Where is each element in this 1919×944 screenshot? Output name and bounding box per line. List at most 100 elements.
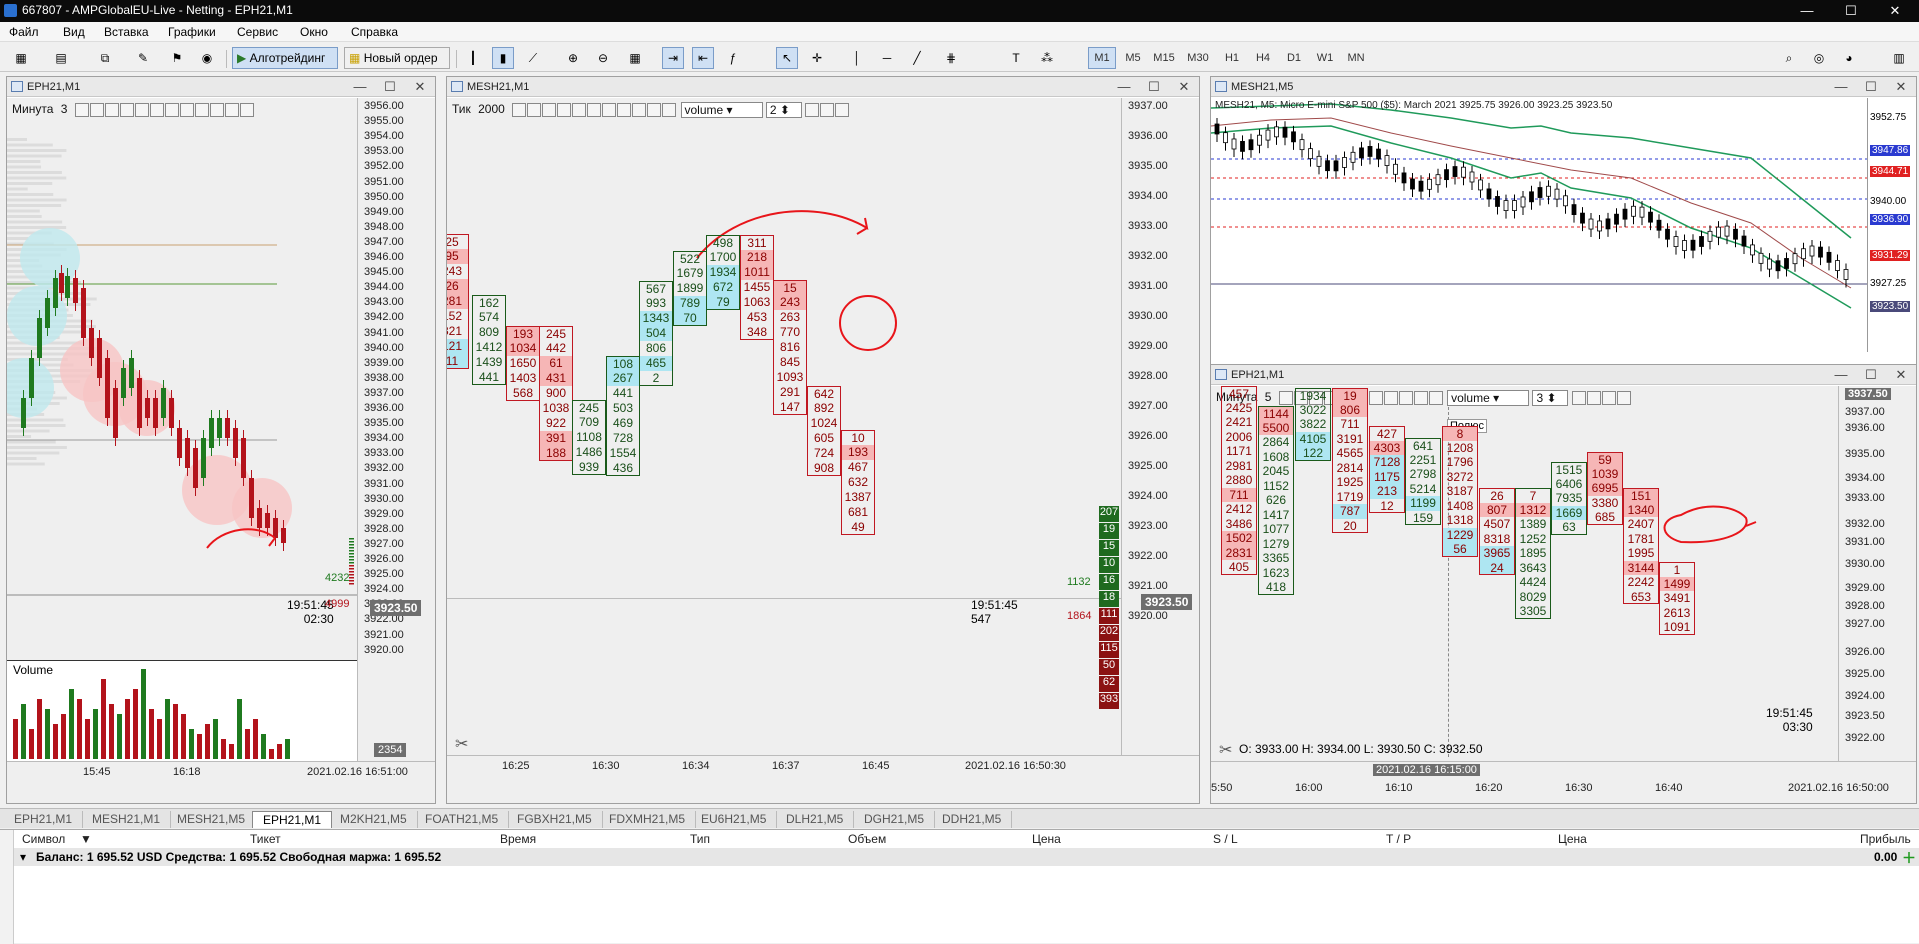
bar-chart-icon[interactable]: ┃	[462, 47, 484, 69]
shapes-icon[interactable]: ⁂	[1036, 47, 1058, 69]
chart-tab[interactable]: M2KH21,M5	[330, 811, 418, 828]
timeframe-d1[interactable]: D1	[1280, 47, 1308, 69]
mode-dropdown[interactable]: volume ▾	[1447, 390, 1530, 406]
p-icon[interactable]	[632, 103, 647, 117]
draw-icon[interactable]	[572, 103, 587, 117]
footprint-bar[interactable]: 642 892 1024 605 724 908	[807, 386, 841, 476]
cursor-icon[interactable]: ↖	[776, 47, 798, 69]
col-symbol[interactable]: Символ	[22, 832, 65, 846]
col-volume[interactable]: Объем	[848, 832, 886, 846]
vertical-line-icon[interactable]: │	[846, 47, 868, 69]
footprint-bar[interactable]: 567 993 1343 504 806 465 2	[639, 281, 673, 386]
c-icon[interactable]	[239, 102, 254, 117]
footprint-bar[interactable]: 1144 5500 2864 1608 2045 1152 626 1417 1077 1279 3…	[1258, 406, 1294, 595]
sort-icon[interactable]: ▼	[80, 832, 92, 846]
add-icon[interactable]: ＋	[1902, 848, 1916, 868]
chart-tab[interactable]: FDXMH21,M5	[599, 811, 697, 828]
timeframe-m5[interactable]: M5	[1119, 47, 1147, 69]
col-price[interactable]: Цена	[1032, 832, 1061, 846]
footprint-bar[interactable]: 522 1679 1899 789 70	[673, 251, 707, 326]
m-icon[interactable]	[835, 103, 850, 117]
footprint-bar[interactable]: 25952432628115232112111	[447, 234, 469, 369]
vline-icon[interactable]	[557, 103, 572, 117]
tools-icon[interactable]: ✂	[1219, 740, 1232, 760]
chart-tab[interactable]: DLH21,M5	[776, 811, 855, 828]
signals-icon[interactable]: ◉	[196, 47, 218, 69]
chart-window-eph21-m1-footprint[interactable]: EPH21,M1 — ☐ ✕ Минута 5 volume ▾ 3 ⬍ Пол…	[1210, 364, 1917, 804]
timeframe-h1[interactable]: H1	[1218, 47, 1246, 69]
chart-tab[interactable]: EU6H21,M5	[691, 811, 778, 828]
vline-icon[interactable]	[119, 102, 134, 117]
i-icon[interactable]	[1601, 391, 1616, 405]
r-icon[interactable]	[647, 103, 662, 117]
account-icon[interactable]: ◎	[1808, 47, 1830, 69]
h-icon[interactable]	[89, 102, 104, 117]
search-icon[interactable]: ⌕	[1778, 47, 1800, 69]
chart-tab[interactable]: MESH21,M5	[167, 811, 257, 828]
timeframe-mn[interactable]: MN	[1342, 47, 1370, 69]
chart-tab[interactable]: EPH21,M1	[252, 811, 333, 828]
circle-icon[interactable]	[194, 102, 209, 117]
menu-charts[interactable]: Графики	[168, 25, 216, 39]
arrow-icon[interactable]	[1368, 391, 1383, 405]
restore-icon[interactable]: ☐	[377, 79, 403, 95]
footprint-bar[interactable]: 1 1499 3491 2613 1091	[1659, 562, 1695, 635]
p-icon[interactable]	[1398, 391, 1413, 405]
left-icon[interactable]	[820, 103, 835, 117]
chart-tab[interactable]: EPH21,M1	[4, 811, 84, 828]
algo-trading-button[interactable]: ▶ Алготрейдинг	[232, 47, 338, 69]
a-icon[interactable]	[1571, 391, 1586, 405]
chart-tab[interactable]: FGBXH21,M5	[507, 811, 603, 828]
crosshair-icon[interactable]: ✛	[806, 47, 828, 69]
close-button[interactable]: ✕	[1873, 0, 1917, 22]
zoom-out-icon[interactable]: ⊖	[592, 47, 614, 69]
fibonacci-icon[interactable]: ⋕	[940, 47, 962, 69]
mode-number[interactable]: 3 ⬍	[1532, 390, 1569, 406]
menu-file[interactable]: Файл	[9, 25, 39, 39]
maximize-button[interactable]: ☐	[1829, 0, 1873, 22]
arrow-icon[interactable]	[602, 103, 617, 117]
timeframe-w1[interactable]: W1	[1311, 47, 1339, 69]
line-chart-icon[interactable]: ⟋	[522, 47, 544, 69]
chart-window-eph21-m1[interactable]: EPH21,M1 — ☐ ✕ Минута 3 19:51:45 02:30 4…	[6, 76, 436, 804]
signal-icon[interactable]: ◕	[1838, 47, 1860, 69]
minimize-icon[interactable]: —	[1111, 79, 1137, 94]
add-icon[interactable]	[512, 103, 527, 117]
chart-tab[interactable]: DDH21,M5	[932, 811, 1013, 828]
m-icon[interactable]	[1616, 391, 1631, 405]
chart-plot-area[interactable]: MESH21, M5: Micro E-mini S&P 500 ($5): M…	[1211, 98, 1867, 352]
price-axis[interactable]: 3952.75 3947.86 3944.71 3940.00 3936.90 3931.…	[1867, 98, 1916, 352]
footprint-bar[interactable]: 26 807 4507 8318 3965 24	[1479, 488, 1515, 575]
minus-icon[interactable]	[104, 102, 119, 117]
footprint-bar[interactable]: 498 1700 1934 672 79	[706, 235, 740, 310]
timeframe-m1[interactable]: M1	[1088, 47, 1116, 69]
chart-plot-area[interactable]: Минута 5 volume ▾ 3 ⬍ Полюс 19:51:45 03:…	[1211, 386, 1838, 761]
new-chart-icon[interactable]: ▦	[10, 47, 32, 69]
menu-view[interactable]: Вид	[63, 25, 85, 39]
volume-subwindow[interactable]: Volume	[7, 661, 357, 761]
tile-windows-icon[interactable]: ▦	[624, 47, 646, 69]
draw-icon[interactable]	[134, 102, 149, 117]
footprint-bar[interactable]: 15 243 263 770 816 845 1093 291 147	[773, 280, 807, 415]
chart-icon[interactable]: ▥	[1888, 47, 1910, 69]
col-current-price[interactable]: Цена	[1558, 832, 1587, 846]
chart-plot-area[interactable]: Минута 3 19:51:45 02:30 4232 4999 ✂	[7, 98, 357, 681]
footprint-bar[interactable]: 151 1340 2407 1781 1995 3144 2242 653	[1623, 488, 1659, 604]
r-icon[interactable]	[1413, 391, 1428, 405]
price-axis[interactable]: 3937.00 3936.00 3935.00 3934.00 3933.00 3932.…	[1121, 98, 1199, 755]
close-icon[interactable]: ✕	[407, 79, 433, 95]
chart-tab[interactable]: DGH21,M5	[854, 811, 936, 828]
footprint-bar[interactable]: 427 4303 7128 1175 213 12	[1369, 426, 1405, 513]
minimize-icon[interactable]: —	[347, 79, 373, 94]
circle-icon[interactable]	[1383, 391, 1398, 405]
col-sl[interactable]: S / L	[1213, 832, 1238, 846]
chart-plot-area[interactable]: Тик 2000 volume ▾ 2 ⬍ 19:51:45 547 1132 …	[447, 98, 1121, 755]
terminal-sidebar[interactable]	[0, 830, 14, 944]
footprint-bar[interactable]: 10 193 467 632 1387 681 49	[841, 430, 875, 535]
profiles-icon[interactable]: ▤	[50, 47, 72, 69]
close-icon[interactable]: ✕	[1888, 79, 1914, 95]
footprint-bar[interactable]: 19 806 711 3191 4565 2814 1925 1719 787 20	[1332, 388, 1368, 533]
minus-icon[interactable]	[542, 103, 557, 117]
circle-icon[interactable]	[617, 103, 632, 117]
p-icon[interactable]	[209, 102, 224, 117]
